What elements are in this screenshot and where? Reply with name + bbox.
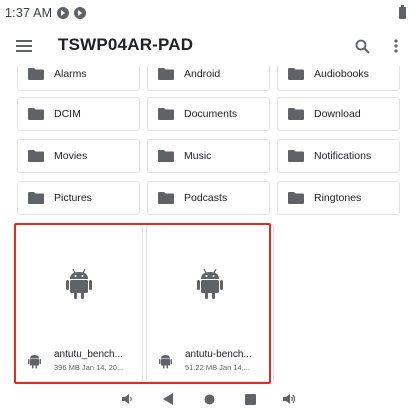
home-icon — [204, 394, 214, 404]
file-meta: antutu-bench... 51.22 MB Jan 14,... — [147, 347, 273, 381]
folder-tile-music[interactable]: Music — [147, 139, 270, 173]
folder-icon — [158, 150, 174, 162]
menu-button[interactable] — [12, 34, 36, 58]
folder-tile-notifications[interactable]: Notifications — [277, 139, 400, 173]
android-icon — [28, 355, 41, 369]
folder-icon — [288, 192, 304, 204]
folder-tile-pictures[interactable]: Pictures — [17, 181, 140, 215]
folder-tile-alarms[interactable]: Alarms — [17, 66, 140, 91]
folder-label: Android — [184, 68, 221, 80]
android-icon — [66, 268, 92, 299]
more-options-button[interactable] — [386, 34, 406, 58]
android-icon — [159, 355, 172, 369]
app-bar: TSWP04AR-PAD — [0, 26, 416, 66]
file-browser-content[interactable]: Alarms Android Audiobooks DCIM Documents… — [0, 66, 416, 388]
app-notification-icon — [74, 7, 87, 19]
folder-label: DCIM — [54, 108, 81, 120]
folder-icon — [158, 192, 174, 204]
android-icon — [197, 268, 223, 299]
folder-label: Movies — [54, 150, 88, 162]
folder-tile-audiobooks[interactable]: Audiobooks — [277, 66, 400, 91]
system-nav-bar — [0, 388, 416, 410]
folder-icon — [288, 68, 304, 80]
folder-label: Audiobooks — [314, 68, 369, 80]
folder-icon — [158, 68, 174, 80]
folder-label: Podcasts — [184, 192, 228, 204]
folder-label: Ringtones — [314, 192, 362, 204]
folder-label: Notifications — [314, 150, 372, 162]
volume-down-button[interactable] — [121, 392, 135, 406]
file-details: 51.22 MB Jan 14,... — [185, 363, 251, 372]
file-thumbnail — [16, 225, 142, 343]
status-bar: 1:37 AM — [0, 0, 416, 26]
file-card-antutu-bench-2[interactable]: antutu-bench... 51.22 MB Jan 14,... — [146, 224, 274, 382]
folder-label: Alarms — [54, 68, 87, 80]
home-button[interactable] — [202, 392, 216, 406]
back-button[interactable] — [161, 392, 175, 406]
app-notification-icon — [57, 7, 70, 19]
back-icon — [162, 393, 173, 405]
folder-tile-android[interactable]: Android — [147, 66, 270, 91]
volume-up-button[interactable] — [283, 392, 297, 406]
recents-icon — [244, 393, 256, 405]
status-time: 1:37 AM — [5, 6, 53, 20]
folder-icon — [288, 150, 304, 162]
folder-tile-podcasts[interactable]: Podcasts — [147, 181, 270, 215]
volume-up-icon — [283, 394, 296, 404]
folder-icon — [28, 68, 44, 80]
folder-icon — [28, 150, 44, 162]
folder-icon — [158, 108, 174, 120]
folder-tile-ringtones[interactable]: Ringtones — [277, 181, 400, 215]
search-icon — [355, 39, 370, 54]
folder-tile-download[interactable]: Download — [277, 97, 400, 131]
page-title: TSWP04AR-PAD — [58, 35, 194, 54]
folder-label: Music — [184, 150, 212, 162]
file-details: 396 MB Jan 14, 20... — [54, 363, 124, 372]
volume-down-icon — [122, 394, 132, 404]
file-card-antutu-bench-1[interactable]: antutu_bench... 396 MB Jan 14, 20... — [15, 224, 143, 382]
file-meta: antutu_bench... 396 MB Jan 14, 20... — [16, 347, 142, 381]
folder-icon — [28, 192, 44, 204]
search-button[interactable] — [350, 34, 374, 58]
menu-icon — [16, 40, 32, 52]
file-name: antutu-bench... — [185, 349, 252, 360]
file-thumbnail — [147, 225, 273, 343]
folder-tile-documents[interactable]: Documents — [147, 97, 270, 131]
folder-label: Pictures — [54, 192, 92, 204]
folder-icon — [28, 108, 44, 120]
file-name: antutu_bench... — [54, 349, 123, 360]
folder-tile-dcim[interactable]: DCIM — [17, 97, 140, 131]
folder-icon — [288, 108, 304, 120]
more-vert-icon — [394, 39, 398, 53]
folder-tile-movies[interactable]: Movies — [17, 139, 140, 173]
recents-button[interactable] — [243, 392, 257, 406]
folder-label: Documents — [184, 108, 238, 120]
folder-label: Download — [314, 108, 361, 120]
battery-icon — [399, 5, 406, 19]
